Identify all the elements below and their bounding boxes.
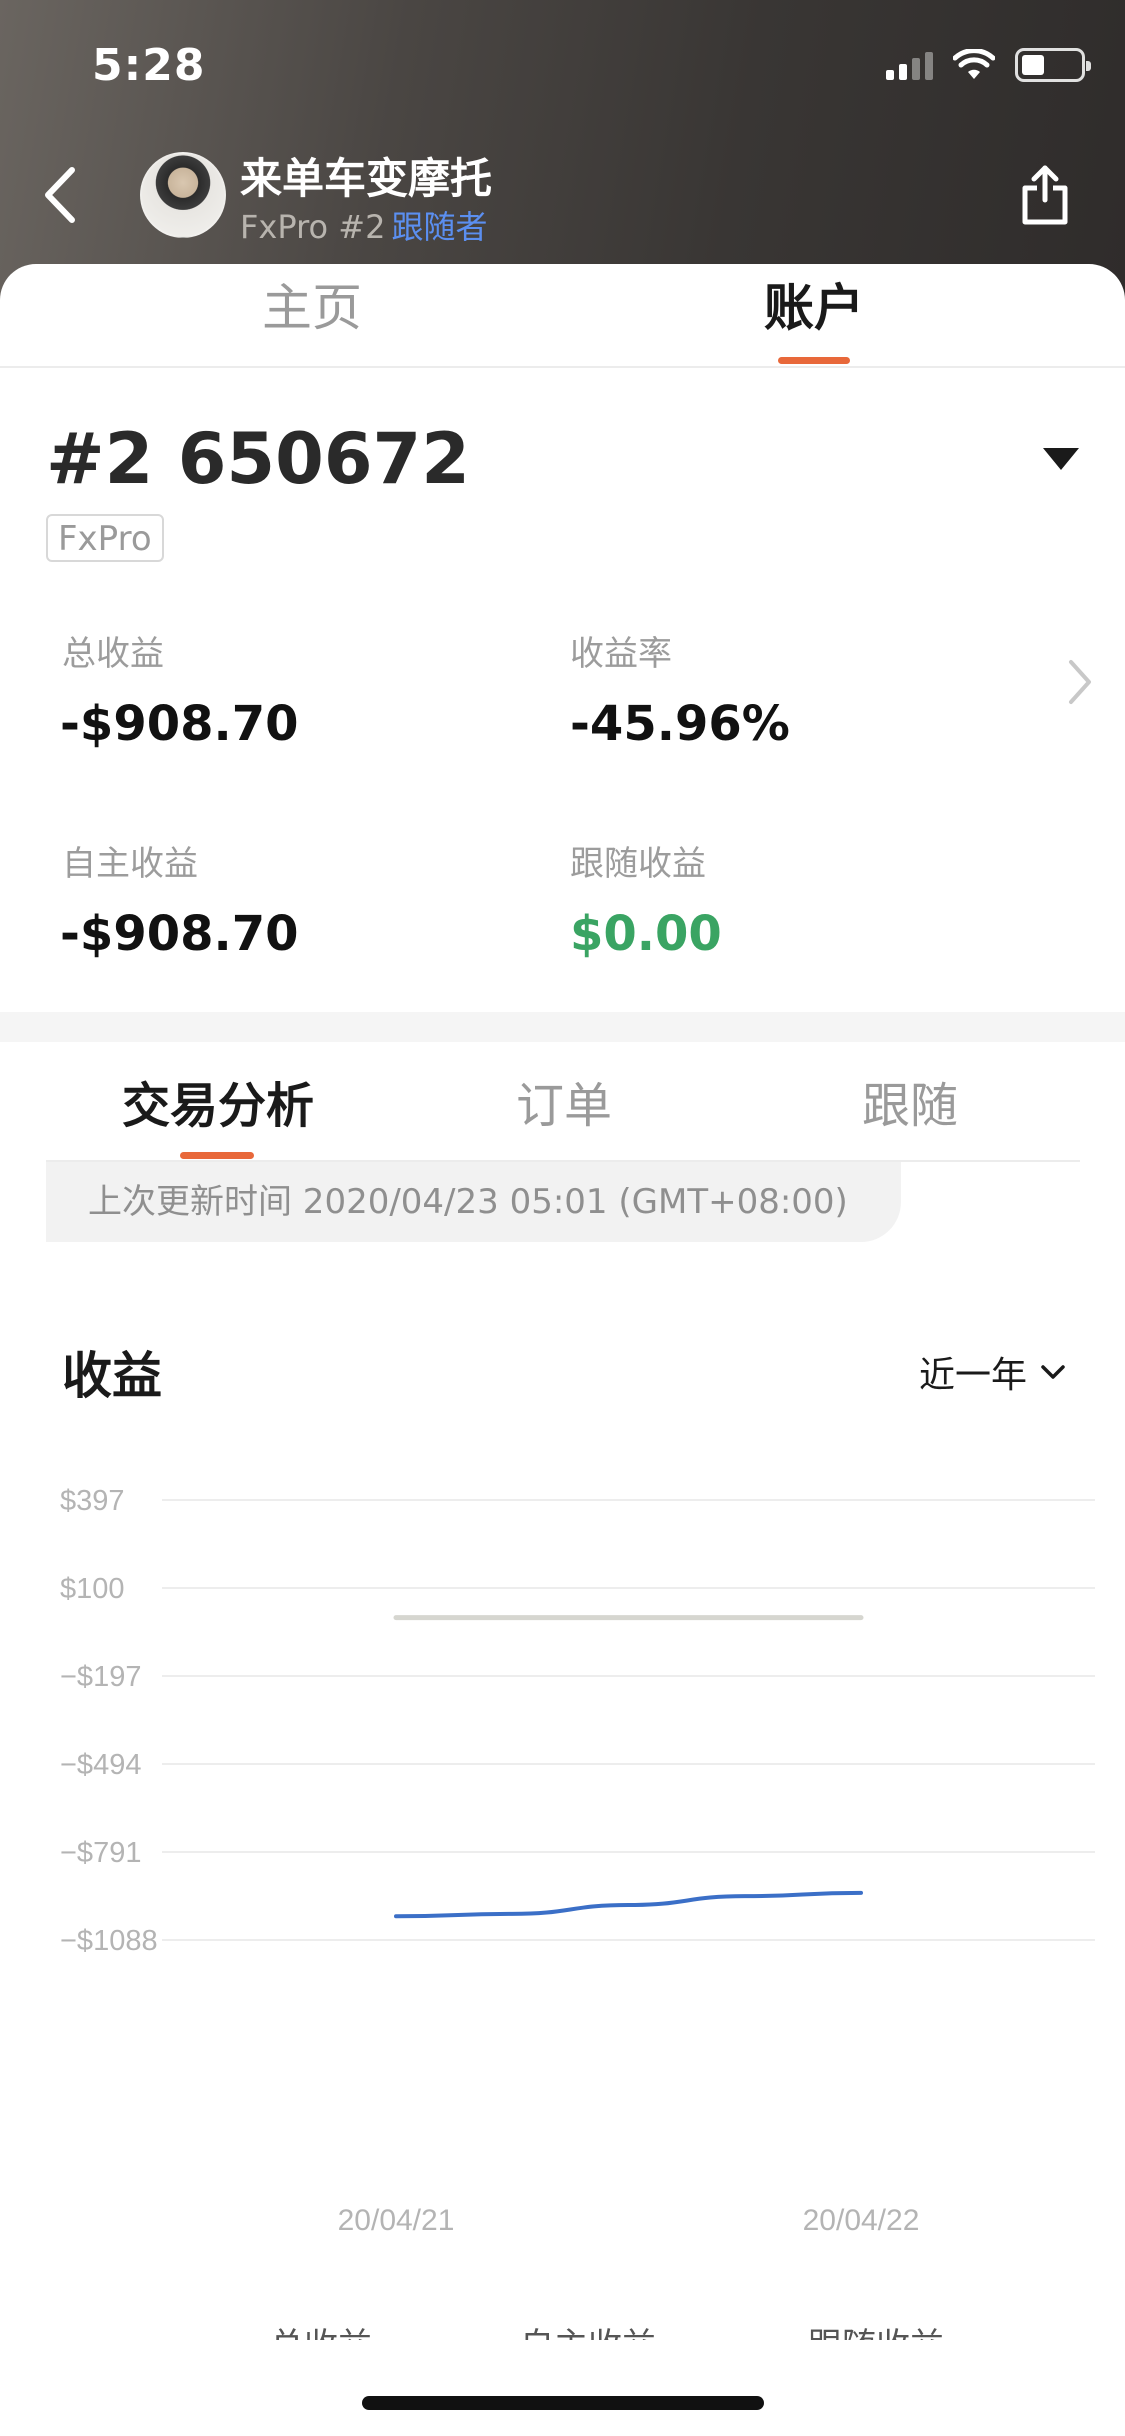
profit-chart: $397 $100 −$197 −$494 −$791 −$1088 20/04/21 20/… xyxy=(60,1485,1095,2237)
account-id: #2 650672 xyxy=(46,418,470,500)
cellular-signal-icon xyxy=(886,50,933,80)
section-divider xyxy=(0,1012,1125,1042)
status-time: 5:28 xyxy=(92,40,206,91)
y-tick-label: −$1088 xyxy=(60,1925,158,1957)
avatar[interactable] xyxy=(140,152,226,238)
battery-icon xyxy=(1015,48,1091,82)
y-tick-label: $397 xyxy=(60,1485,125,1517)
y-tick-label: −$494 xyxy=(60,1749,141,1781)
account-number: #2 xyxy=(338,208,386,246)
chart-legend: 总收益 自主收益 跟随收益 xyxy=(0,2320,1125,2340)
tab-orders[interactable]: 订单 xyxy=(516,1066,612,1136)
self-profit-label: 自主收益 xyxy=(62,844,198,884)
tab-trade-analysis[interactable]: 交易分析 xyxy=(122,1066,314,1136)
profile-name: 来单车变摩托 xyxy=(240,154,493,203)
y-tick-label: $100 xyxy=(60,1573,125,1605)
account-dropdown-icon[interactable] xyxy=(1043,448,1079,470)
broker-tag: FxPro xyxy=(46,514,164,562)
tab-home[interactable]: 主页 xyxy=(212,268,412,340)
x-tick-label: 20/04/21 xyxy=(338,2204,455,2237)
share-icon[interactable] xyxy=(1017,160,1073,230)
follow-profit-value: $0.00 xyxy=(570,906,722,962)
range-label: 近一年 xyxy=(918,1355,1027,1396)
return-rate-value: -45.96% xyxy=(570,696,790,752)
chevron-down-icon xyxy=(1041,1365,1065,1379)
y-tick-label: −$197 xyxy=(60,1661,141,1693)
back-arrow-icon[interactable] xyxy=(36,160,86,230)
range-dropdown[interactable]: 近一年 xyxy=(919,1346,1067,1398)
tab-active-indicator xyxy=(778,357,850,364)
follow-profit-label: 跟随收益 xyxy=(570,844,706,884)
x-tick-label: 20/04/22 xyxy=(803,2204,920,2237)
legend-total[interactable]: 总收益 xyxy=(270,2320,372,2340)
home-indicator xyxy=(362,2396,764,2410)
legend-follow[interactable]: 跟随收益 xyxy=(808,2320,944,2340)
profile-subtitle: FxPro #2 跟随者 xyxy=(240,202,487,248)
subtab-active-indicator xyxy=(180,1152,254,1159)
chevron-right-icon[interactable] xyxy=(1065,654,1095,710)
last-update-banner: 上次更新时间 2020/04/23 05:01 (GMT+08:00) xyxy=(46,1162,901,1242)
self-profit-value: -$908.70 xyxy=(60,906,299,962)
main-tabs: 主页 账户 xyxy=(0,268,1125,368)
broker-name: FxPro xyxy=(240,208,329,246)
tab-follow[interactable]: 跟随 xyxy=(862,1066,958,1136)
total-profit-label: 总收益 xyxy=(62,634,164,674)
series-line-1 xyxy=(394,1890,863,1919)
legend-self[interactable]: 自主收益 xyxy=(520,2320,656,2340)
wifi-icon xyxy=(953,49,995,79)
tabs-divider xyxy=(0,366,1125,368)
tab-account[interactable]: 账户 xyxy=(714,268,914,340)
return-rate-label: 收益率 xyxy=(570,634,672,674)
profit-title: 收益 xyxy=(62,1347,162,1405)
status-icons xyxy=(886,48,1091,82)
role-link[interactable]: 跟随者 xyxy=(391,208,487,246)
y-tick-label: −$791 xyxy=(60,1837,141,1869)
total-profit-value: -$908.70 xyxy=(60,696,299,752)
